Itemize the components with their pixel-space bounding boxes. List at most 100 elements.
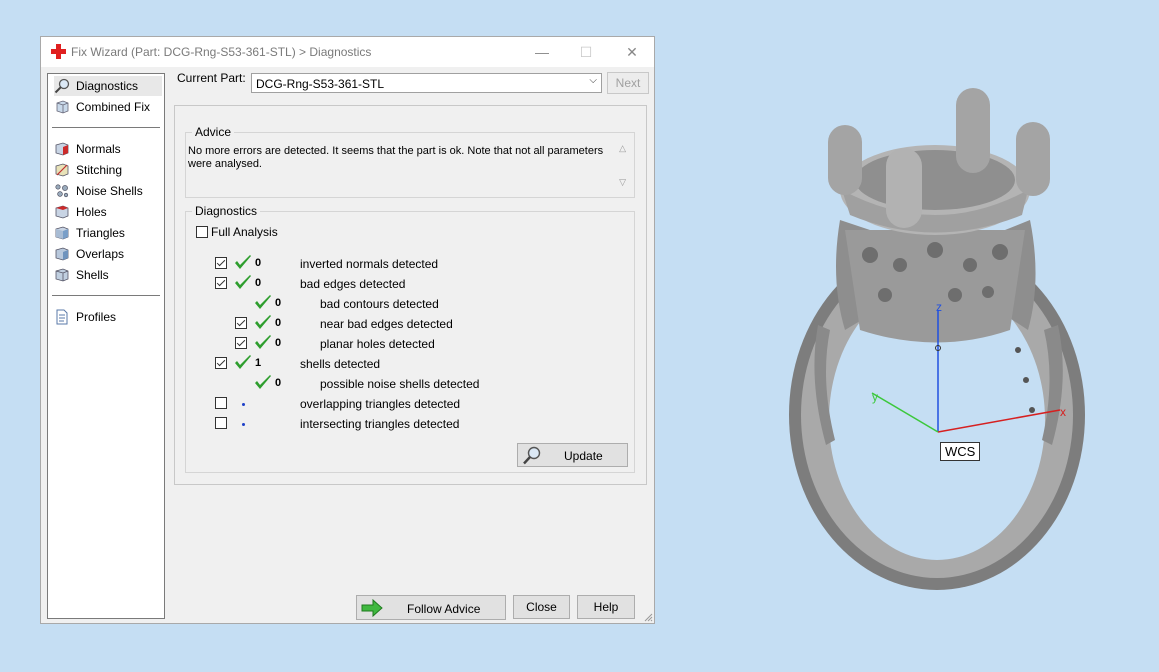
update-button[interactable]: Update (517, 443, 628, 467)
diagnostic-label: inverted normals detected (300, 257, 439, 271)
sidebar-divider (52, 127, 160, 128)
sidebar-divider (52, 295, 160, 296)
diagnostic-label: near bad edges detected (320, 317, 453, 331)
diagnostic-count: 1 (255, 357, 262, 369)
diagnostic-checkbox[interactable] (235, 337, 247, 349)
ring-model (789, 88, 1085, 590)
sidebar-item-label: Triangles (76, 226, 125, 240)
diagnostic-checkbox[interactable] (215, 417, 227, 429)
advice-title: Advice (192, 125, 235, 139)
sidebar-item-noise-shells[interactable]: Noise Shells (54, 181, 162, 201)
diagnostic-label: intersecting triangles detected (300, 417, 460, 431)
diagnostic-row: 0 inverted normals detected (186, 254, 626, 274)
check-icon (235, 275, 251, 289)
sidebar-item-combined-fix[interactable]: Combined Fix (54, 97, 162, 117)
diagnostic-checkbox[interactable] (235, 317, 247, 329)
sidebar-item-holes[interactable]: Holes (54, 202, 162, 222)
diagnostic-count: 0 (275, 337, 282, 349)
next-button[interactable]: Next (607, 72, 649, 94)
sidebar-item-overlaps[interactable]: Overlaps (54, 244, 162, 264)
diagnostics-title: Diagnostics (192, 204, 261, 218)
cube-icon (56, 100, 69, 114)
help-button[interactable]: Help (577, 595, 635, 619)
sidebar-item-triangles[interactable]: Triangles (54, 223, 162, 243)
scroll-up-icon[interactable]: △ (619, 143, 626, 154)
diagnostic-label: planar holes detected (320, 337, 435, 351)
advice-text: No more errors are detected. It seems th… (188, 145, 604, 170)
resize-grip-icon[interactable] (643, 612, 653, 622)
stitching-icon (55, 163, 69, 177)
minimize-button[interactable]: — (529, 41, 555, 63)
sidebar-item-label: Noise Shells (76, 184, 143, 198)
scroll-down-icon[interactable]: ▽ (619, 177, 626, 188)
advice-group: Advice No more errors are detected. It s… (185, 125, 635, 198)
diagnostic-row: 0 planar holes detected (186, 334, 626, 354)
title-bar[interactable]: Fix Wizard (Part: DCG-Rng-S53-361-STL) >… (41, 37, 654, 67)
sidebar-item-profiles[interactable]: Profiles (54, 307, 162, 327)
holes-icon (55, 205, 69, 219)
wcs-label: WCS (940, 442, 981, 461)
sidebar-item-label: Shells (76, 268, 109, 282)
y-axis-label: y (872, 390, 878, 404)
close-button[interactable]: Close (513, 595, 570, 619)
current-part-value: DCG-Rng-S53-361-STL (256, 77, 385, 91)
main-panel: Advice No more errors are detected. It s… (174, 105, 647, 485)
diagnostic-checkbox[interactable] (215, 397, 227, 409)
current-part-label: Current Part: (177, 71, 246, 85)
diagnostic-label: bad edges detected (300, 277, 406, 291)
current-part-select[interactable]: DCG-Rng-S53-361-STL ⌵ (251, 73, 602, 93)
sidebar-item-shells[interactable]: Shells (54, 265, 162, 285)
sidebar-item-label: Normals (76, 142, 121, 156)
magnifier-icon (54, 78, 70, 94)
check-icon (235, 355, 251, 369)
sidebar-item-stitching[interactable]: Stitching (54, 160, 162, 180)
maximize-button[interactable]: ☐ (573, 41, 599, 63)
sidebar: Diagnostics Combined Fix Normals Stitchi… (47, 73, 165, 619)
triangles-icon (55, 226, 69, 240)
window-title: Fix Wizard (Part: DCG-Rng-S53-361-STL) >… (71, 45, 372, 59)
sidebar-item-label: Holes (76, 205, 107, 219)
follow-advice-button[interactable]: Follow Advice (356, 595, 506, 620)
pending-dot-icon (242, 423, 245, 426)
fix-wizard-window: Fix Wizard (Part: DCG-Rng-S53-361-STL) >… (40, 36, 655, 624)
arrow-right-icon (361, 599, 383, 617)
check-icon (255, 375, 271, 389)
diagnostic-row: 0 possible noise shells detected (186, 374, 626, 394)
z-axis-label: z (936, 300, 942, 314)
normals-icon (55, 142, 69, 156)
diagnostic-count: 0 (275, 317, 282, 329)
shells-icon (55, 268, 69, 282)
overlaps-icon (55, 247, 69, 261)
diagnostic-label: overlapping triangles detected (300, 397, 461, 411)
diagnostic-row: intersecting triangles detected (186, 414, 626, 434)
chevron-down-icon: ⌵ (589, 75, 597, 86)
diagnostic-checkbox[interactable] (215, 257, 227, 269)
full-analysis-checkbox[interactable] (196, 226, 208, 238)
sidebar-item-label: Stitching (76, 163, 123, 177)
diagnostic-checkbox[interactable] (215, 357, 227, 369)
app-cross-icon (51, 44, 66, 59)
diagnostic-label: shells detected (300, 357, 381, 371)
diagnostic-row: overlapping triangles detected (186, 394, 626, 414)
x-axis-label: x (1060, 405, 1066, 419)
diagnostic-count: 0 (275, 297, 282, 309)
update-label: Update (564, 449, 603, 463)
sidebar-item-normals[interactable]: Normals (54, 139, 162, 159)
full-analysis-label: Full Analysis (211, 225, 278, 239)
diagnostic-label: possible noise shells detected (320, 377, 480, 391)
sidebar-item-diagnostics[interactable]: Diagnostics (54, 76, 162, 96)
diagnostic-checkbox[interactable] (215, 277, 227, 289)
diagnostic-row: 1 shells detected (186, 354, 626, 374)
diagnostic-count: 0 (255, 257, 262, 269)
document-icon (56, 309, 68, 325)
diagnostic-label: bad contours detected (320, 297, 439, 311)
ring-model-viewport[interactable] (760, 80, 1120, 610)
close-window-button[interactable]: ✕ (619, 41, 645, 63)
sidebar-item-label: Combined Fix (76, 100, 151, 114)
diagnostic-row: 0 bad contours detected (186, 294, 626, 314)
diagnostics-group: Diagnostics Full Analysis 0 inverted norm… (185, 204, 635, 473)
check-icon (255, 315, 271, 329)
pending-dot-icon (242, 403, 245, 406)
diagnostic-count: 0 (275, 377, 282, 389)
noise-shells-icon (55, 184, 69, 198)
